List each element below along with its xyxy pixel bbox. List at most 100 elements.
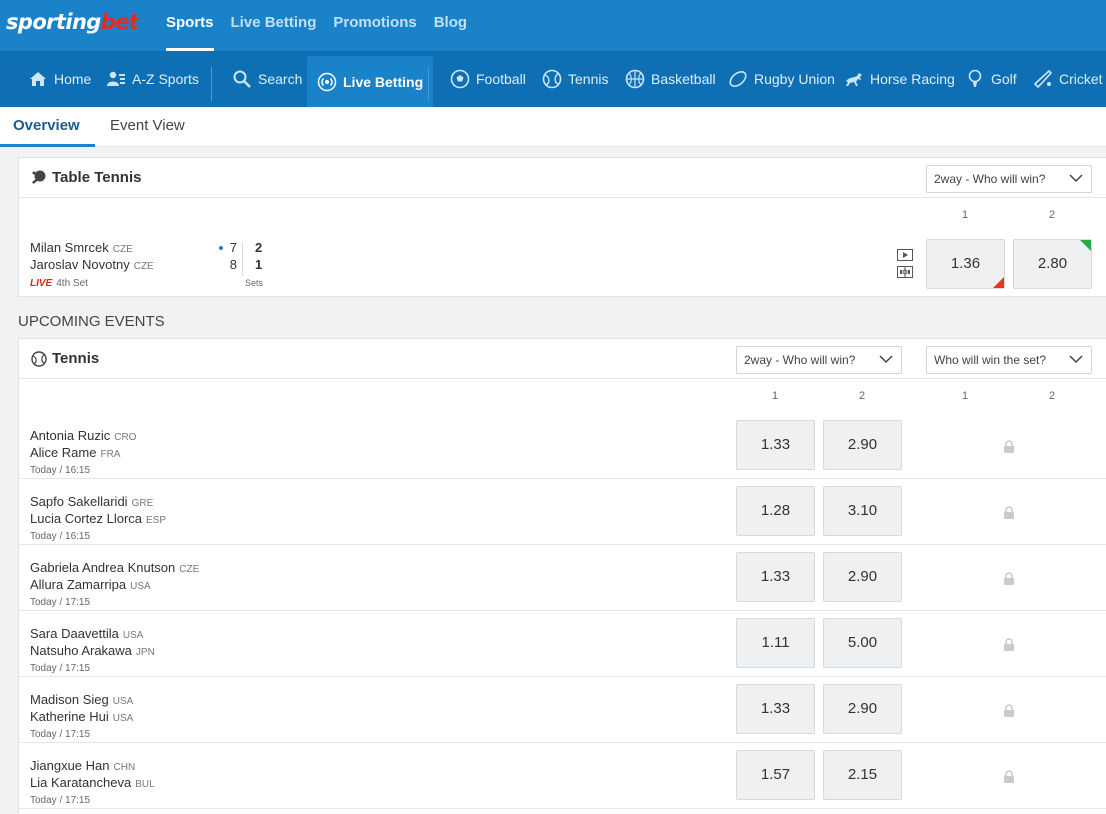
country-code: CZE: [179, 564, 200, 575]
player-name: Lucia Cortez Llorca: [30, 511, 142, 526]
lock-icon: [1004, 440, 1014, 453]
player-2[interactable]: Lucia Cortez Llorca ESP: [30, 511, 166, 526]
nav-rugby-union[interactable]: Rugby Union: [728, 51, 835, 107]
section-title-text: Tennis: [52, 350, 100, 367]
event-row[interactable]: Madison Sieg USA Katherine Hui USA Today /…: [19, 677, 1106, 743]
player-2[interactable]: Alice Rame FRA: [30, 445, 120, 460]
player-1[interactable]: Gabriela Andrea Knutson CZE: [30, 560, 199, 575]
player-1[interactable]: Antonia Ruzic CRO: [30, 428, 136, 443]
nav-live-betting[interactable]: Live Betting: [307, 56, 434, 107]
odds-button-2[interactable]: 2.90: [823, 684, 902, 734]
panel-header: Table Tennis 2way - Who will win?: [19, 158, 1106, 198]
scoreboard-icon[interactable]: [897, 266, 913, 278]
golf-icon: [968, 69, 982, 87]
nav-cricket[interactable]: Cricket: [1033, 51, 1103, 107]
player-1[interactable]: Sara Daavettila USA: [30, 626, 143, 641]
country-code: CRO: [114, 432, 137, 443]
sportingbet-logo[interactable]: sportingbet: [6, 10, 139, 34]
odds-button-2[interactable]: 2.15: [823, 750, 902, 800]
country-code: CZE: [112, 244, 133, 255]
player-1[interactable]: Sapfo Sakellaridi GRE: [30, 494, 153, 509]
country-code: USA: [122, 630, 144, 641]
nav-basketball[interactable]: Basketball: [625, 51, 716, 107]
player-name: Katherine Hui: [30, 709, 109, 724]
player-1[interactable]: Madison Sieg USA: [30, 692, 133, 707]
column-header-2: 2: [1048, 209, 1056, 221]
player-name: Madison Sieg: [30, 692, 109, 707]
event-row[interactable]: Gabriela Andrea Knutson CZE Allura Zamarr…: [19, 545, 1106, 611]
nav-divider: [428, 67, 429, 101]
tab-overview[interactable]: Overview: [0, 107, 95, 147]
odds-value: 2.90: [847, 568, 878, 585]
nav-az-sports[interactable]: A-Z Sports: [106, 51, 199, 107]
odds-button-2[interactable]: 5.00: [823, 618, 902, 668]
nav-search-label: Search: [258, 71, 303, 87]
nav-golf[interactable]: Golf: [965, 51, 1017, 107]
player-2[interactable]: Jaroslav Novotny CZE: [30, 257, 154, 272]
market-dropdown-value: 2way - Who will win?: [744, 353, 856, 367]
odds-button-2[interactable]: 3.10: [823, 486, 902, 536]
odds-button-1[interactable]: 1.36: [926, 239, 1005, 289]
odds-button-1[interactable]: 1.33: [736, 420, 815, 470]
odds-button-1[interactable]: 1.33: [736, 684, 815, 734]
top-nav-sports[interactable]: Sports: [166, 0, 214, 51]
odds-button-1[interactable]: 1.57: [736, 750, 815, 800]
top-nav-blog[interactable]: Blog: [434, 0, 467, 51]
odds-button-1[interactable]: 1.11: [736, 618, 815, 668]
odds-button-1[interactable]: 1.33: [736, 552, 815, 602]
market-dropdown-set[interactable]: Who will win the set?: [926, 346, 1092, 374]
sports-nav: Home A-Z Sports Search Live Betting Foot…: [0, 51, 1106, 107]
serving-indicator: [219, 246, 223, 250]
player-name: Lia Karatancheva: [30, 775, 132, 790]
player-2[interactable]: Allura Zamarripa USA: [30, 577, 151, 592]
market-dropdown[interactable]: 2way - Who will win?: [926, 165, 1092, 193]
lock-icon: [1004, 770, 1014, 783]
upcoming-events-heading: UPCOMING EVENTS: [18, 313, 165, 330]
top-bar: sportingbet Sports Live Betting Promotio…: [0, 0, 1106, 51]
table-tennis-icon: [32, 170, 46, 184]
chevron-down-icon: [1069, 174, 1083, 183]
nav-divider: [211, 67, 212, 101]
player-1[interactable]: Jiangxue Han CHN: [30, 758, 135, 773]
video-stream-icon[interactable]: [897, 249, 913, 261]
country-code: USA: [112, 696, 134, 707]
odds-button-2[interactable]: 2.90: [823, 552, 902, 602]
tennis-ball-icon: [31, 350, 47, 367]
logo-text-bet: bet: [100, 10, 139, 34]
country-code: FRA: [100, 449, 121, 460]
player-2[interactable]: Katherine Hui USA: [30, 709, 133, 724]
event-row[interactable]: Sara Daavettila USA Natsuho Arakawa JPN To…: [19, 611, 1106, 677]
event-row[interactable]: Sapfo Sakellaridi GRE Lucia Cortez Llorca…: [19, 479, 1106, 545]
nav-horse-racing[interactable]: Horse Racing: [844, 51, 955, 107]
nav-home[interactable]: Home: [28, 51, 91, 107]
chevron-down-icon: [1069, 355, 1083, 364]
panel-header: Tennis 2way - Who will win? Who will win…: [19, 339, 1106, 379]
top-nav-live-betting[interactable]: Live Betting: [231, 0, 317, 51]
event-row[interactable]: Antonia Ruzic CRO Alice Rame FRA Today / 1…: [19, 413, 1106, 479]
player-1[interactable]: Milan Smrcek CZE: [30, 240, 133, 255]
event-time: Today / 17:15: [30, 663, 91, 674]
player-1-sets: 2: [255, 240, 263, 255]
odds-button-1[interactable]: 1.28: [736, 486, 815, 536]
nav-tennis[interactable]: Tennis: [542, 51, 608, 107]
nav-home-label: Home: [54, 71, 92, 87]
market-dropdown-value: Who will win the set?: [934, 353, 1047, 367]
player-2[interactable]: Natsuho Arakawa JPN: [30, 643, 155, 658]
nav-football[interactable]: Football: [450, 51, 526, 107]
odds-value: 1.28: [760, 502, 791, 519]
player-name: Alice Rame: [30, 445, 97, 460]
event-row[interactable]: Jiangxue Han CHN Lia Karatancheva BUL Toda…: [19, 743, 1106, 809]
top-nav-promotions[interactable]: Promotions: [333, 0, 416, 51]
odds-button-2[interactable]: 2.90: [823, 420, 902, 470]
odds-button-2[interactable]: 2.80: [1013, 239, 1092, 289]
market-dropdown-winner[interactable]: 2way - Who will win?: [736, 346, 902, 374]
tab-event-view[interactable]: Event View: [110, 107, 185, 147]
player-2[interactable]: Lia Karatancheva BUL: [30, 775, 155, 790]
nav-football-label: Football: [476, 71, 526, 87]
player-1-points: 7: [229, 240, 237, 255]
home-icon: [30, 72, 46, 86]
nav-rugby-label: Rugby Union: [754, 71, 835, 87]
nav-search[interactable]: Search: [232, 51, 302, 107]
odds-down-indicator: [993, 277, 1004, 288]
player-name: Jaroslav Novotny: [30, 257, 130, 272]
